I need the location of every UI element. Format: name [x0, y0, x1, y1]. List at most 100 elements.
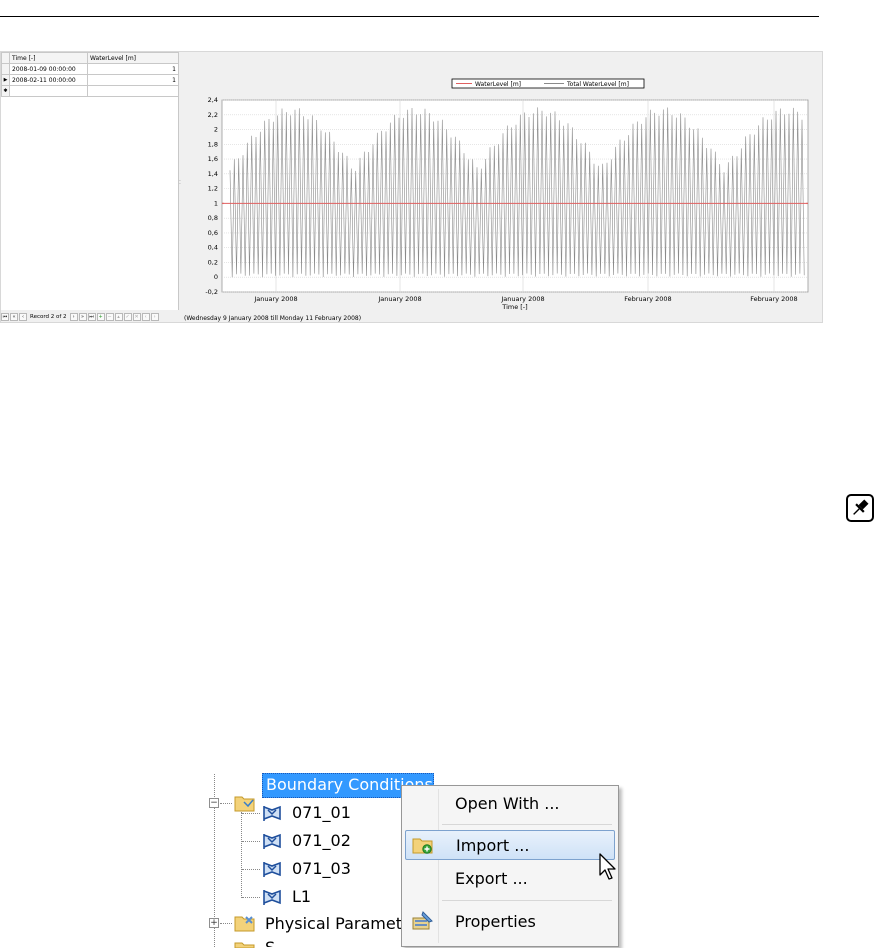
waterlevel-chart[interactable]: 2,4 2,2 2 1,8 1,6 1,4 1,2 1 0,8 0,6 0,4 0,2 0 -0,2 Jan… [182, 52, 822, 314]
timeseries-editor-screenshot: Time [-] WaterLevel [m] 2008-01-09 00:00… [0, 51, 823, 323]
folder-icon [234, 796, 255, 812]
tree-line [241, 812, 242, 898]
x-tick-label: February 2008 [750, 295, 797, 303]
context-menu: Open With ... Import ... Export ... Prop… [401, 785, 619, 947]
menu-item-label: Open With ... [455, 794, 560, 813]
tree-node-physical-parameters[interactable]: Physical Paramet [265, 914, 402, 933]
folder-import-icon [412, 838, 433, 854]
cell-waterlevel[interactable]: 1 [87, 74, 179, 86]
y-tick-label: -0,2 [205, 288, 218, 296]
pushpin-note-icon [846, 494, 874, 522]
y-tick-label: 0 [214, 273, 218, 281]
chart-panel: 2,4 2,2 2 1,8 1,6 1,4 1,2 1 0,8 0,6 0,4 0,2 0 -0,2 Jan… [182, 52, 822, 314]
next-record-button[interactable]: › [69, 312, 78, 321]
tree-node-071-02[interactable]: 071_02 [292, 831, 351, 850]
tree-node-071-01[interactable]: 071_01 [292, 803, 351, 822]
prev-page-button[interactable]: « [10, 312, 18, 321]
row-selector-header [1, 52, 10, 64]
x-tick-label: February 2008 [624, 295, 671, 303]
column-header-waterlevel[interactable]: WaterLevel [m] [87, 52, 179, 64]
chart-range-text: (Wednesday 9 January 2008 till Monday 11… [184, 315, 362, 322]
last-record-button[interactable]: ⏭ [87, 312, 96, 321]
data-grid: Time [-] WaterLevel [m] 2008-01-09 00:00… [1, 52, 179, 310]
splitter-handle[interactable]: · · [179, 179, 181, 188]
menu-item-open-with[interactable]: Open With ... [405, 789, 615, 819]
y-tick-label: 1 [214, 199, 218, 207]
first-record-button[interactable]: ⏮ [1, 312, 9, 321]
edit-record-button[interactable]: ▴ [114, 312, 123, 321]
y-tick-label: 1,4 [208, 170, 218, 178]
scroll-left-button[interactable]: ‹ [141, 312, 150, 321]
x-tick-label: January 2008 [377, 295, 421, 303]
mouse-cursor-icon [599, 853, 616, 880]
cell-waterlevel[interactable]: 1 [87, 63, 179, 75]
header-rule [0, 16, 819, 17]
table-row[interactable]: 2008-01-09 00:00:00 1 [1, 63, 179, 75]
y-tick-label: 2 [214, 126, 218, 134]
x-tick-label: January 2008 [253, 295, 297, 303]
tree-connector [242, 897, 260, 898]
tree-connector [242, 869, 260, 870]
expand-physical-parameters-icon[interactable]: + [209, 918, 219, 928]
legend-label-waterlevel: WaterLevel [m] [475, 81, 521, 88]
boundary-condition-icon [263, 805, 281, 821]
tree-connector [220, 803, 232, 804]
table-header-row: Time [-] WaterLevel [m] [1, 52, 179, 64]
cell-waterlevel-empty[interactable] [87, 85, 179, 97]
menu-item-properties[interactable]: Properties [405, 907, 615, 937]
menu-item-import[interactable]: Import ... [405, 830, 615, 860]
y-tick-label: 1,6 [208, 155, 218, 163]
tree-node-cut-off[interactable]: S [265, 938, 275, 947]
menu-item-label: Export ... [455, 869, 528, 888]
tree-node-071-03[interactable]: 071_03 [292, 859, 351, 878]
tree-connector [242, 813, 260, 814]
new-row-icon[interactable]: ✱ [1, 85, 10, 97]
legend-label-total: Total WaterLevel [m] [566, 81, 629, 88]
menu-separator [442, 900, 612, 901]
folder-settings-icon [234, 916, 255, 932]
properties-icon [412, 911, 433, 930]
cell-time[interactable]: 2008-02-11 00:00:00 [9, 74, 88, 86]
boundary-condition-icon [263, 889, 281, 905]
y-tick-label: 0,8 [208, 214, 218, 222]
y-tick-label: 0,6 [208, 229, 218, 237]
prev-record-button[interactable]: ‹ [19, 312, 27, 321]
collapse-boundary-conditions-icon[interactable]: − [209, 798, 219, 808]
y-tick-label: 2,2 [208, 111, 218, 119]
tree-connector [220, 923, 232, 924]
scroll-right-button[interactable]: › [150, 312, 159, 321]
next-page-button[interactable]: » [78, 312, 87, 321]
x-tick-label: January 2008 [500, 295, 544, 303]
row-selector[interactable] [1, 63, 10, 75]
new-row[interactable]: ✱ [1, 85, 179, 97]
y-tick-label: 1,2 [208, 185, 218, 193]
tree-node-l1[interactable]: L1 [292, 887, 311, 906]
tree-connector [242, 841, 260, 842]
cancel-edit-button[interactable]: ✕ [132, 312, 141, 321]
series-waterlevel-point [222, 202, 224, 205]
y-tick-label: 0,4 [208, 244, 218, 252]
delete-record-button[interactable]: − [105, 312, 114, 321]
add-record-button[interactable]: + [96, 312, 105, 321]
menu-item-label: Properties [455, 912, 536, 931]
menu-item-export[interactable]: Export ... [405, 864, 615, 894]
x-axis-label: Time [-] [501, 303, 527, 311]
y-tick-label: 2,4 [208, 96, 218, 104]
record-indicator: Record 2 of 2 [30, 313, 67, 320]
record-navigator: ⏮ « ‹ Record 2 of 2 › » ⏭ + − ▴ ✓ ✕ ‹ › [1, 311, 178, 322]
column-header-time[interactable]: Time [-] [9, 52, 88, 64]
cell-time-empty[interactable] [9, 85, 88, 97]
menu-separator [442, 824, 612, 825]
menu-item-label: Import ... [456, 836, 530, 855]
series-waterlevel-point [806, 202, 808, 205]
cell-time[interactable]: 2008-01-09 00:00:00 [9, 63, 88, 75]
y-tick-label: 1,8 [208, 140, 218, 148]
y-tick-label: 0,2 [208, 258, 218, 266]
project-tree-screenshot: − Boundary Conditions 071_01 071_02 071_… [204, 773, 624, 948]
boundary-condition-icon [263, 861, 281, 877]
boundary-condition-icon [263, 833, 281, 849]
current-row-arrow-icon[interactable]: ▶ [1, 74, 10, 86]
end-edit-button[interactable]: ✓ [123, 312, 132, 321]
data-table: Time [-] WaterLevel [m] 2008-01-09 00:00… [1, 52, 179, 97]
table-row[interactable]: ▶ 2008-02-11 00:00:00 1 [1, 74, 179, 86]
